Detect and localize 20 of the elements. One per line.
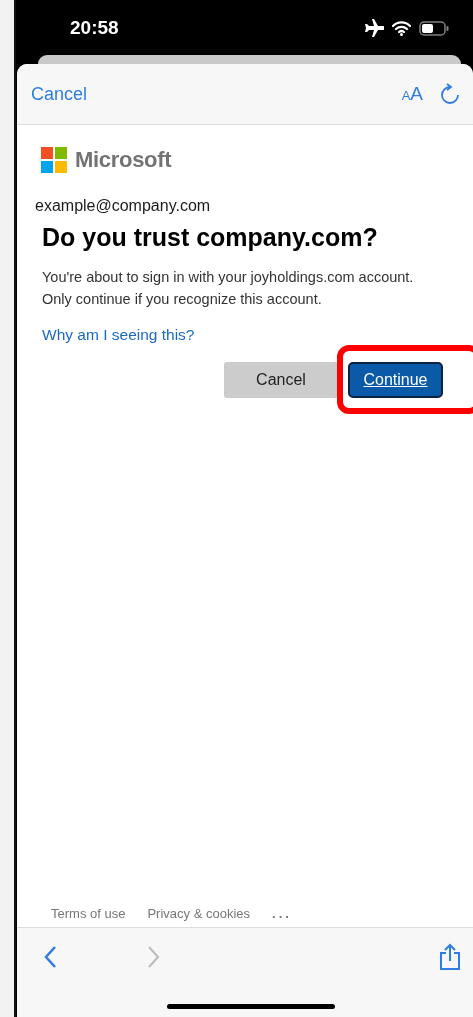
share-icon[interactable]: [439, 943, 461, 971]
wifi-icon: [392, 20, 411, 36]
more-link[interactable]: ...: [272, 906, 292, 921]
message-text: You're about to sign in with your joyholdings.com account. Only continue if you recognize this account.: [42, 268, 415, 309]
help-link[interactable]: Why am I seeing this?: [42, 326, 195, 344]
account-email: example@company.com: [35, 197, 212, 215]
cancel-button[interactable]: Cancel: [31, 83, 88, 105]
cancel-button[interactable]: Cancel: [224, 362, 338, 398]
battery-icon: [419, 20, 449, 36]
dialog-title: Do you trust company.com?: [42, 223, 379, 252]
back-icon[interactable]: [43, 945, 57, 969]
text-size-button[interactable]: AA: [401, 83, 423, 105]
footer-link[interactable]: Privacy & cookies: [147, 906, 250, 921]
reload-icon[interactable]: [441, 83, 459, 105]
continue-button[interactable]: Continue: [348, 362, 443, 398]
airplane-icon: [364, 19, 384, 37]
brand-name: Microsoft: [75, 147, 172, 173]
status-time: 20:58: [70, 17, 120, 39]
footer-link[interactable]: Terms of use: [51, 906, 126, 921]
logo-icon: [41, 147, 67, 173]
